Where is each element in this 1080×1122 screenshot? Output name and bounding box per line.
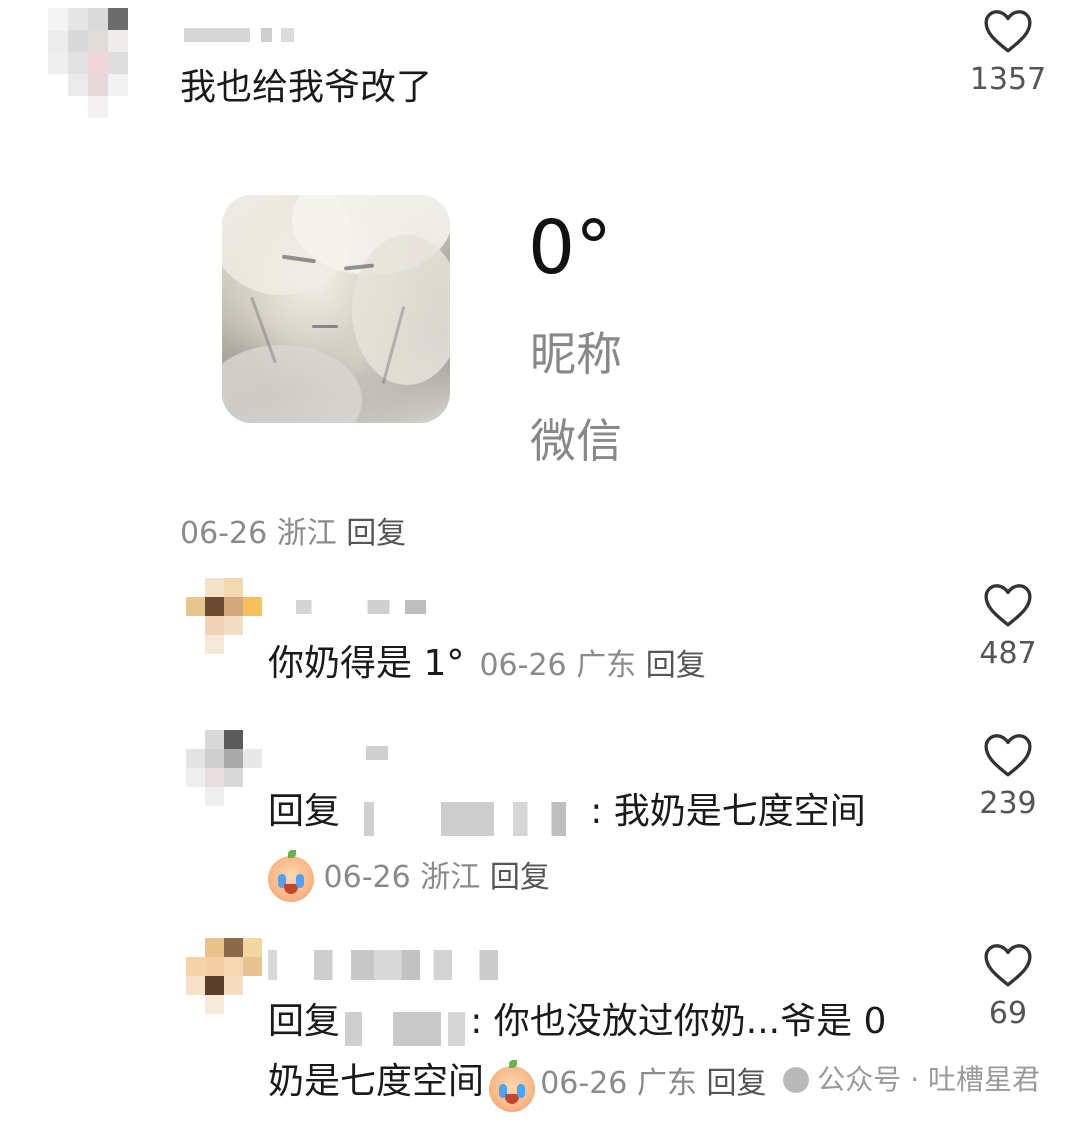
comment-region: 广东 [576, 648, 637, 683]
comment-text: 我也给我爷改了 [180, 67, 433, 108]
comment-meta: 06-26 广东 回复 [479, 648, 705, 683]
username-blurred[interactable] [366, 746, 388, 760]
reply-button[interactable]: 回复 [490, 860, 550, 895]
username-blurred[interactable] [296, 600, 426, 614]
comment-meta: 06-26 广东 回复 [540, 1066, 766, 1101]
username-blurred[interactable] [184, 28, 294, 42]
avatar[interactable] [186, 730, 262, 806]
comment-region: 广东 [636, 1066, 697, 1101]
comment-text: 你奶得是 1° [268, 643, 465, 684]
comment-date: 06-26 [540, 1066, 628, 1101]
like-button[interactable]: 239 [953, 732, 1063, 821]
mentioned-user-blurred[interactable] [345, 1011, 466, 1046]
reply-button[interactable]: 回复 [646, 648, 706, 683]
card-temperature: 0° [528, 205, 613, 291]
like-count: 69 [988, 996, 1028, 1031]
reply-button[interactable]: 回复 [346, 516, 406, 551]
avatar[interactable] [48, 8, 148, 118]
heart-outline-icon [984, 734, 1032, 777]
watermark: 公众号 · 吐槽星君 [783, 1058, 1040, 1098]
card-nickname: 昵称 [530, 327, 622, 381]
comment-date: 06-26 [180, 516, 268, 551]
comment-meta: 06-26 浙江 回复 [268, 849, 550, 902]
like-button[interactable]: 69 [953, 942, 1063, 1031]
card-app-name: 微信 [530, 414, 622, 468]
crying-face-emoji-icon [489, 1059, 536, 1112]
wechat-official-account-icon [783, 1067, 810, 1093]
like-button[interactable]: 487 [953, 582, 1063, 671]
avatar[interactable] [186, 938, 262, 1014]
comment-text: : 我奶是七度空间 [590, 791, 866, 832]
comment-text-line2: 奶是七度空间 [268, 1061, 485, 1102]
username-blurred[interactable] [268, 950, 498, 980]
like-count: 239 [979, 786, 1037, 821]
comment-meta: 06-26 浙江 回复 [180, 508, 406, 552]
shared-card-avatar[interactable] [222, 195, 450, 423]
heart-outline-icon [984, 10, 1032, 53]
comment-region: 浙江 [420, 860, 481, 895]
like-button[interactable]: 1357 [953, 8, 1063, 97]
like-count: 487 [979, 636, 1037, 671]
mentioned-user-blurred[interactable] [345, 801, 586, 836]
reply-prefix: 回复 [268, 1001, 341, 1042]
heart-outline-icon [984, 584, 1032, 627]
watermark-text: 公众号 · 吐槽星君 [817, 1063, 1040, 1096]
crying-face-emoji-icon [268, 849, 314, 902]
avatar[interactable] [186, 578, 262, 654]
comment-text: : 你也没放过你奶...爷是 0 [470, 1001, 887, 1042]
heart-outline-icon [984, 944, 1032, 987]
like-count: 1357 [969, 62, 1047, 97]
comment-date: 06-26 [479, 648, 567, 683]
comment-region: 浙江 [276, 516, 337, 551]
reply-button[interactable]: 回复 [706, 1066, 766, 1101]
reply-prefix: 回复 [268, 791, 341, 832]
comment-date: 06-26 [323, 860, 411, 895]
